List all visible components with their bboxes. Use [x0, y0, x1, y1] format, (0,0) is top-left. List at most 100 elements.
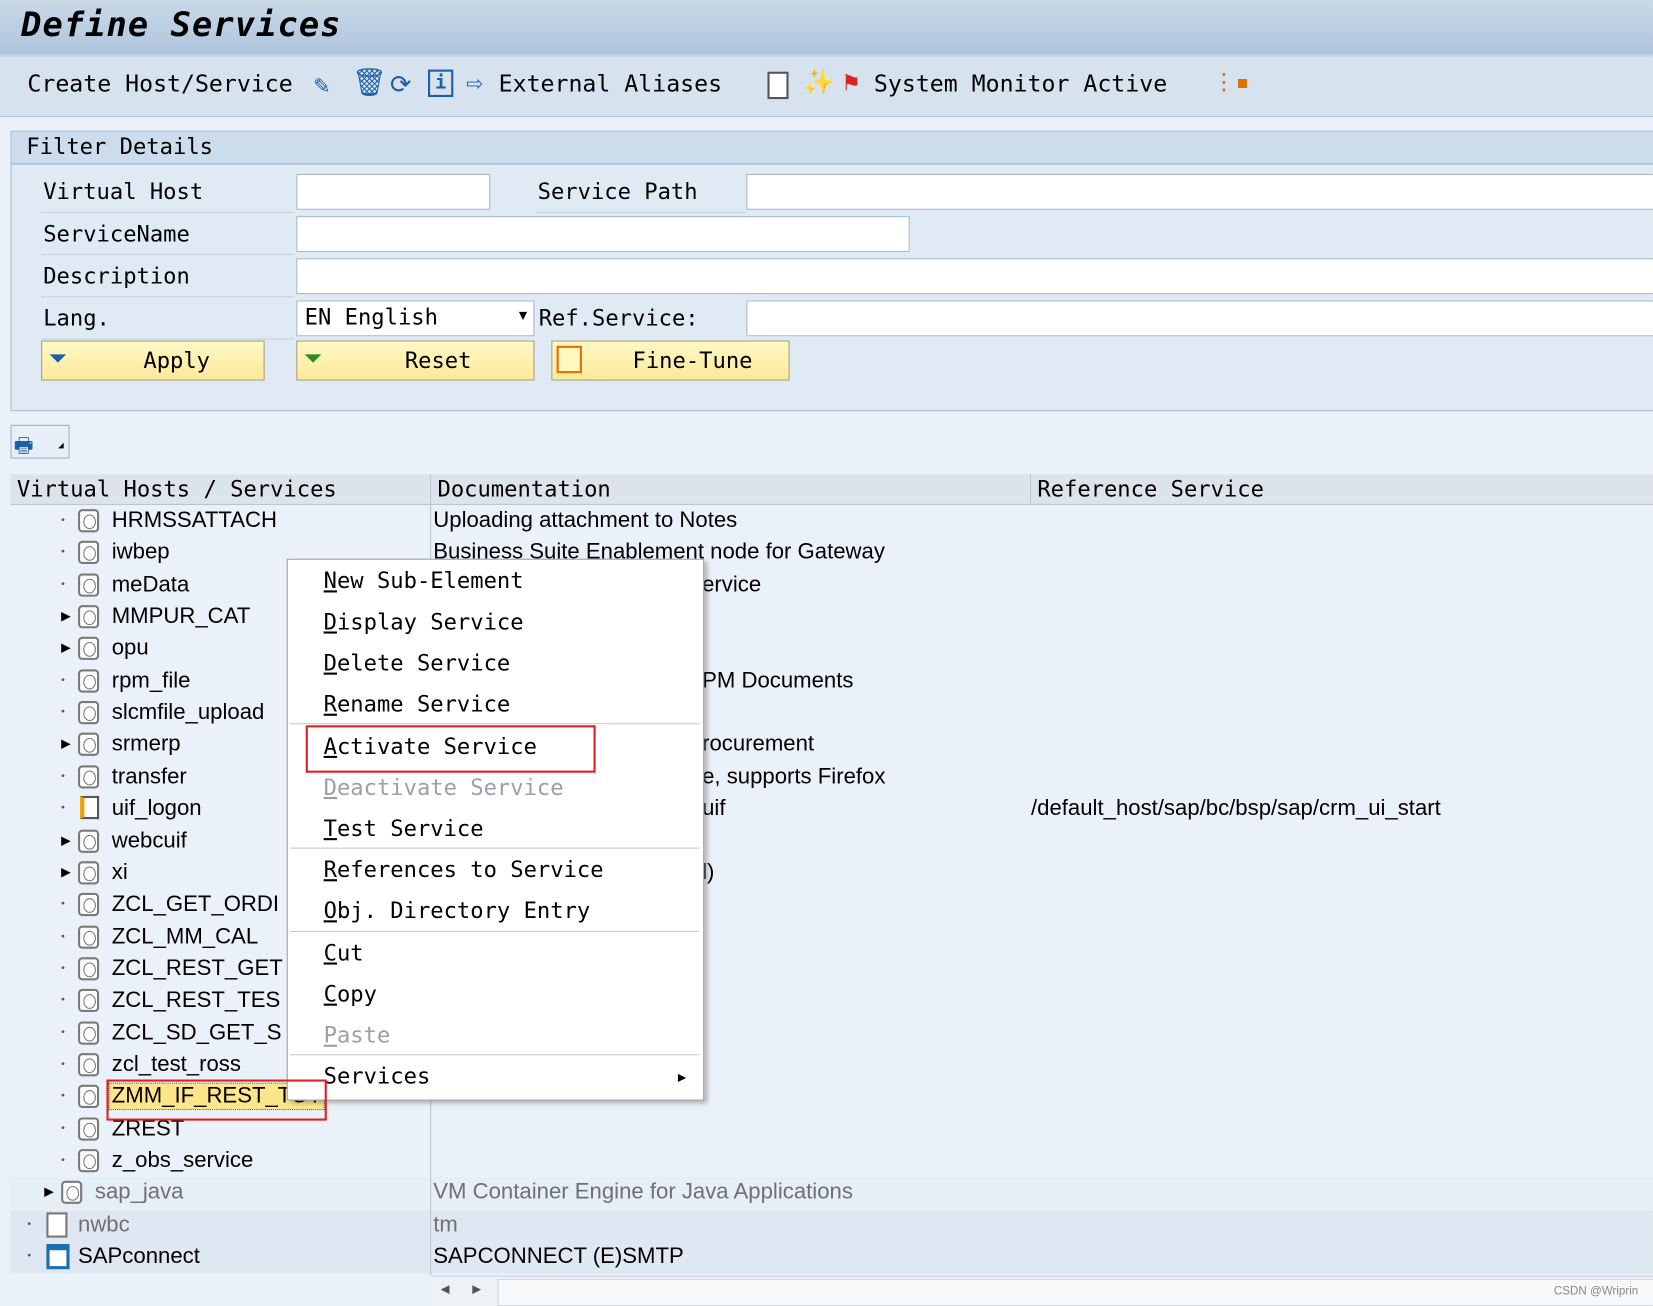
col-header-documentation[interactable]: Documentation [437, 476, 610, 501]
service-name[interactable]: iwbep [112, 540, 170, 565]
external-aliases-button[interactable]: External Aliases [499, 72, 722, 98]
tree-row[interactable]: • nwbc tm [10, 1209, 1653, 1242]
tree-row[interactable]: ▶ xi l) [11, 858, 1653, 890]
arrow-right-icon[interactable]: ⇨ [466, 67, 483, 99]
expand-icon[interactable]: ▶ [61, 832, 71, 847]
document-icon[interactable] [767, 71, 789, 100]
tree-row[interactable]: • ZCL_GET_ORDI [11, 890, 1653, 922]
page-title: Define Services [21, 4, 342, 45]
scroll-left-icon[interactable]: ◀ [441, 1281, 450, 1298]
create-host-service-button[interactable]: Create Host/Service [27, 72, 292, 98]
tree-row[interactable]: • ZCL_MM_CAL [11, 922, 1653, 954]
system-monitor-button[interactable]: System Monitor Active [874, 72, 1167, 98]
menu-item[interactable]: References to Service [324, 857, 604, 882]
description-input[interactable] [296, 258, 1653, 295]
service-name[interactable]: xi [112, 860, 128, 885]
menu-item[interactable]: Copy [324, 981, 377, 1006]
menu-item-label: aste [336, 1022, 391, 1048]
service-path-input[interactable] [746, 173, 1653, 210]
tree-row[interactable]: • ZCL_REST_TES [11, 986, 1653, 1018]
service-name[interactable]: sap_java [95, 1180, 184, 1205]
tree-row[interactable]: • uif_logon uif/default_host/sap/bc/bsp/sa… [11, 794, 1653, 826]
expand-icon[interactable]: ▶ [44, 1184, 54, 1199]
menu-item[interactable]: Rename Service [324, 692, 511, 717]
menu-item-label: eactivate Service [336, 774, 564, 801]
tree-row[interactable]: • ZCL_REST_GET [11, 954, 1653, 986]
filter-details-title: Filter Details [26, 133, 213, 160]
service-name[interactable]: meData [112, 572, 190, 597]
tree-row[interactable]: ▶ MMPUR_CAT [11, 602, 1653, 634]
service-name[interactable]: rpm_file [112, 668, 191, 693]
ref-service-input[interactable] [746, 300, 1653, 337]
magic-wand-icon[interactable]: ✨ [803, 67, 835, 97]
menu-item[interactable]: Deactivate Service [324, 775, 564, 800]
refresh-icon[interactable]: ⟳ [390, 70, 411, 100]
tree-row[interactable]: • z_obs_service [11, 1146, 1653, 1178]
mnemonic: D [323, 774, 337, 801]
tree-row[interactable]: ▶ srmerp rocurement [11, 730, 1653, 762]
service-name[interactable]: ZCL_MM_CAL [112, 924, 258, 949]
chevron-down-icon[interactable]: ▼ [519, 308, 527, 324]
service-name[interactable]: MMPUR_CAT [112, 604, 251, 629]
service-name-input[interactable] [296, 216, 910, 252]
service-name[interactable]: ZCL_GET_ORDI [112, 892, 279, 917]
reset-button[interactable]: ⏷ Reset [296, 340, 535, 381]
horizontal-scrollbar[interactable]: ◀ ▶ [432, 1275, 1653, 1306]
edit-icon[interactable]: ✎ [314, 70, 329, 100]
delete-icon[interactable]: 🗑 [352, 67, 387, 99]
col-header-reference[interactable]: Reference Service [1037, 476, 1264, 501]
service-name[interactable]: slcmfile_upload [112, 700, 265, 725]
service-name[interactable]: SAPconnect [78, 1244, 200, 1269]
service-name[interactable]: opu [112, 636, 149, 661]
service-name[interactable]: ZCL_SD_GET_S [112, 1020, 282, 1045]
service-name[interactable]: webcuif [112, 828, 187, 853]
flag-icon[interactable]: ⚑ [843, 67, 858, 97]
highlight-box-activate [305, 725, 596, 773]
service-name[interactable]: transfer [112, 764, 187, 789]
menu-item[interactable]: Delete Service [324, 650, 511, 675]
tree-row[interactable]: • rpm_file PM Documents [11, 666, 1653, 698]
expand-icon[interactable]: ▶ [61, 736, 71, 751]
scroll-right-icon[interactable]: ▶ [472, 1281, 481, 1298]
tree-row[interactable]: • HRMSSATTACH Uploading attachment to Note… [11, 506, 1653, 538]
expand-icon[interactable]: ▶ [61, 608, 71, 623]
dropdown-icon[interactable]: ◢ [58, 441, 64, 452]
virtual-host-input[interactable] [296, 173, 491, 210]
info-icon[interactable]: i [428, 69, 454, 97]
lang-select[interactable]: EN English ▼ [296, 300, 535, 337]
service-name[interactable]: ZCL_REST_GET [112, 956, 283, 981]
tree-row[interactable]: • SAPconnect SAPCONNECT (E)SMTP [10, 1241, 1653, 1274]
tree-row[interactable]: ▶ sap_java VM Container Engine for Java Ap… [10, 1177, 1653, 1210]
col-header-hosts[interactable]: Virtual Hosts / Services [17, 476, 337, 501]
menu-item[interactable]: Paste [324, 1023, 391, 1048]
menu-item[interactable]: Obj. Directory Entry [324, 898, 591, 923]
scroll-thumb[interactable] [497, 1278, 1653, 1306]
service-name[interactable]: HRMSSATTACH [112, 508, 277, 533]
print-button[interactable]: 🖶 ◢ [10, 424, 70, 459]
hierarchy-icon[interactable]: ⋮▪ [1212, 70, 1249, 96]
menu-item[interactable]: Services [324, 1064, 431, 1089]
service-name[interactable]: nwbc [78, 1212, 130, 1237]
fine-tune-button[interactable]: Fine-Tune [551, 340, 790, 381]
tree-row[interactable]: • zcl_test_ross [11, 1050, 1653, 1082]
tree-row[interactable]: ▶ opu [11, 634, 1653, 666]
expand-icon[interactable]: ▶ [61, 640, 71, 655]
tree-row[interactable]: • transfer e, supports Firefox [11, 762, 1653, 794]
tree-row[interactable]: • ZCL_SD_GET_S [11, 1018, 1653, 1050]
expand-icon[interactable]: ▶ [61, 864, 71, 879]
tree-row[interactable]: • iwbep Business Suite Enablement node for… [11, 538, 1653, 570]
tree-row[interactable]: • slcmfile_upload [11, 698, 1653, 730]
tree-row[interactable]: • meData ervice [11, 570, 1653, 602]
menu-item[interactable]: Cut [324, 940, 364, 965]
service-name[interactable]: ZCL_REST_TES [112, 988, 281, 1013]
service-name[interactable]: z_obs_service [112, 1148, 254, 1173]
tree-row[interactable]: ▶ webcuif [11, 826, 1653, 858]
service-name[interactable]: zcl_test_ross [112, 1052, 241, 1077]
service-name[interactable]: uif_logon [112, 796, 202, 821]
service-name[interactable]: srmerp [112, 732, 181, 757]
menu-item[interactable]: Test Service [324, 816, 484, 841]
documentation-cell: SAPCONNECT (E)SMTP [433, 1244, 684, 1269]
menu-item[interactable]: New Sub-Element [324, 568, 524, 593]
menu-item[interactable]: Display Service [324, 609, 524, 634]
apply-button[interactable]: ⏷ Apply [41, 340, 265, 381]
